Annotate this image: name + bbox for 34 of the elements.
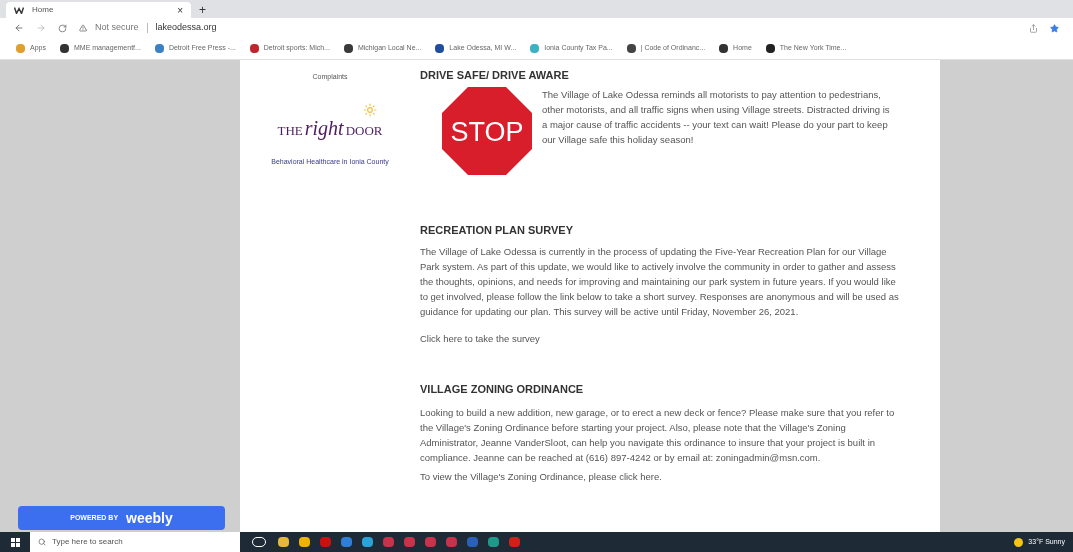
windows-start-icon[interactable]: [10, 537, 20, 547]
taskbar-app-icon[interactable]: [341, 537, 352, 547]
section-heading: VILLAGE ZONING ORDINANCE: [420, 382, 585, 397]
warning-icon: [79, 24, 87, 32]
stop-sign: STOP: [442, 87, 532, 175]
taskbar-app-icon[interactable]: [362, 537, 373, 547]
tab-title: Home: [32, 4, 55, 16]
section-heading: RECREATION PLAN SURVEY: [420, 223, 574, 238]
address-bar[interactable]: Not secure lakeodessa.org: [79, 20, 1017, 36]
share-icon[interactable]: [1029, 23, 1038, 33]
browser-tab[interactable]: Home ×: [6, 2, 191, 18]
new-tab-button[interactable]: +: [199, 2, 206, 18]
search-icon: [38, 538, 46, 546]
security-label: Not secure: [95, 21, 139, 35]
taskbar-app-icon[interactable]: [488, 537, 499, 547]
taskbar-search-field[interactable]: Type here to search: [30, 532, 240, 552]
section-text: The Village of Lake Odessa is currently in the process of updating the Five-Year Recreation Plan for our Village Park system. As part of this update, we would like to actively involve the community in order to gather and assess the thoughts, opinions, and needs for improving and maintaining our park system in future years. If you would like to get involved, please follow the link below to take a short survey. Responses are anonymous and will be used as guidance for updating our plan. This survey will be active until Friday, November 26, 2021.: [420, 245, 900, 319]
section-heading: DRIVE SAFE/ DRIVE AWARE: [420, 68, 570, 83]
taskbar-app-icon[interactable]: [278, 537, 289, 547]
survey-link[interactable]: Click here to take the survey: [420, 331, 900, 346]
url-text: lakeodessa.org: [155, 21, 217, 35]
logo: THE rightDOOR: [277, 112, 383, 143]
sun-icon: [362, 102, 377, 117]
site-favicon-icon: [14, 6, 24, 14]
ordinance-link[interactable]: To view the Village's Zoning Ordinance, please click here.: [420, 469, 900, 484]
forward-icon[interactable]: [36, 23, 46, 33]
section-text: Looking to build a new addition, new garage, or to erect a new deck or fence? Please make sure that you refer to the Village's Zoning Ordinance before starting your project. Also, please note that the Village's Zoning Administrator, Jeanne VanderSloot, can help you navigate this ordinance to insure that your project is built in compliance. Jeanne can be reached at (616) 897-4242 or by email at: zoningadmin@msn.com.: [420, 406, 896, 465]
reload-icon[interactable]: [58, 23, 67, 33]
close-tab-button[interactable]: ×: [177, 2, 183, 18]
back-icon[interactable]: [14, 23, 24, 33]
star-icon[interactable]: [1050, 23, 1059, 33]
sun-icon: [1014, 537, 1024, 547]
taskbar-app-icon[interactable]: [299, 537, 310, 547]
section-text: The Village of Lake Odessa reminds all motorists to pay attention to pedestrians, other motorists, and all traffic signs when using Village streets. Distracted driving is a major cause of traffic accidents -- your text can wait! Please do your part to keep our Village safe this holiday season!: [542, 88, 891, 147]
